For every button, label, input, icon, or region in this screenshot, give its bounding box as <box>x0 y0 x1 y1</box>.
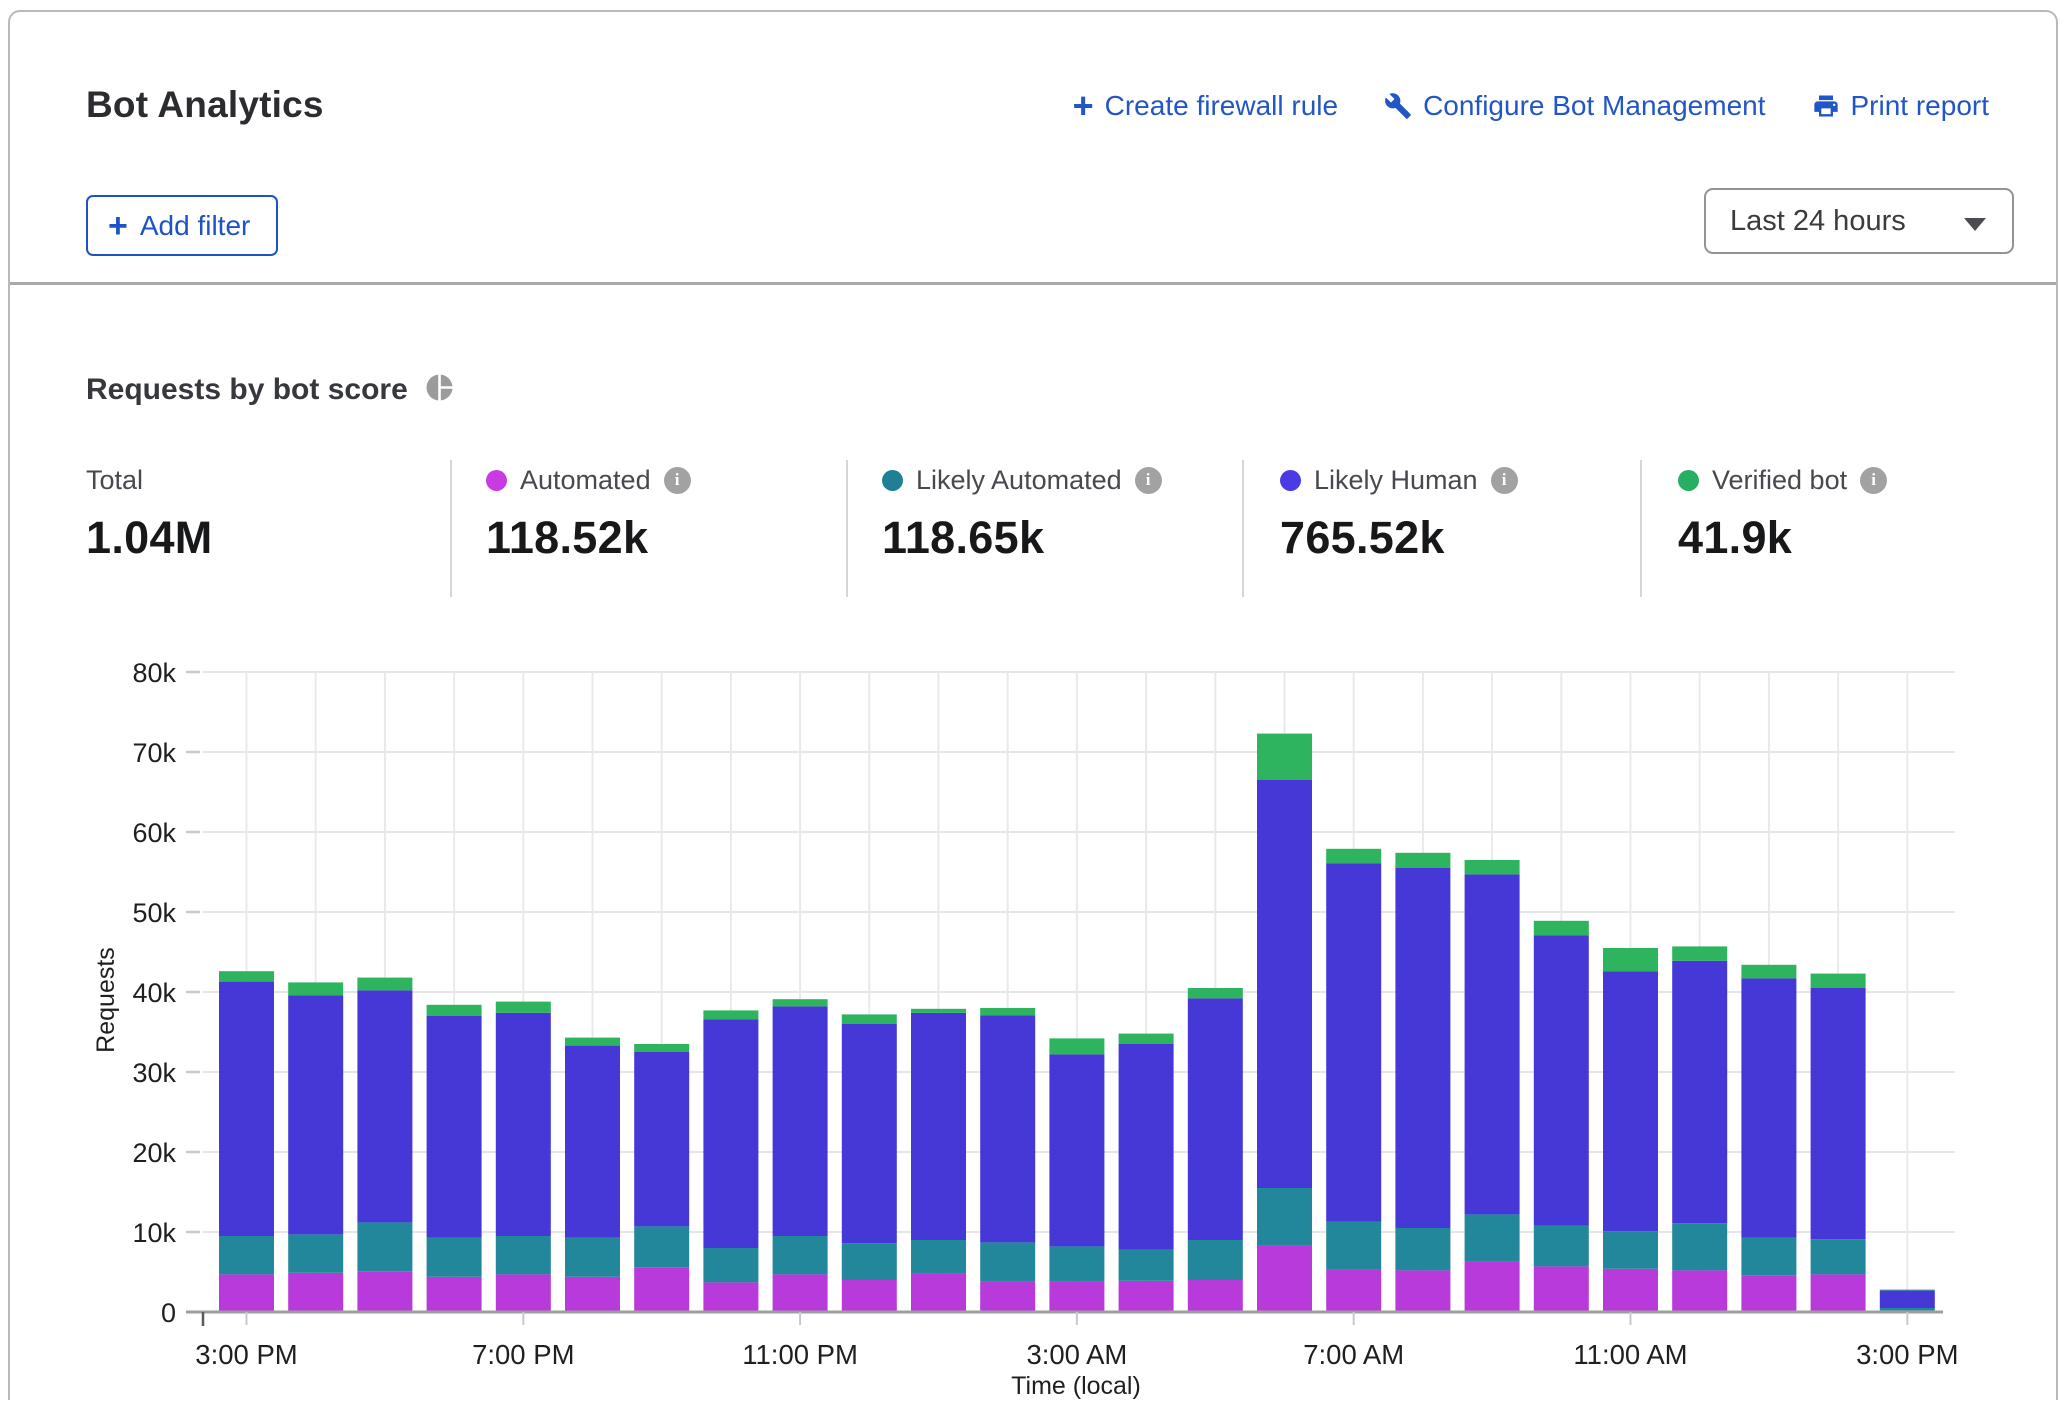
header-divider <box>10 282 2056 285</box>
stat-total: Total 1.04M <box>86 464 213 564</box>
stat-divider <box>450 460 452 597</box>
configure-bot-management-label: Configure Bot Management <box>1423 90 1765 122</box>
stat-likely-human-label: Likely Human <box>1314 465 1478 496</box>
requests-by-bot-score-chart: 0 10k 20k 30k 40k 50k 60k 70k 80k 3:00 PM 7:00 PM 1… <box>10 610 2070 1406</box>
add-filter-button[interactable]: + Add filter <box>86 195 278 256</box>
plus-icon: + <box>108 213 128 239</box>
stat-likely-automated: Likely Automated i 118.65k <box>882 464 1162 564</box>
header-actions: + Create firewall rule Configure Bot Man… <box>1073 90 1989 122</box>
time-range-value: Last 24 hours <box>1730 205 1906 238</box>
svg-text:Requests: Requests <box>92 947 120 1053</box>
svg-text:3:00 PM: 3:00 PM <box>1856 1339 1958 1370</box>
svg-text:11:00 AM: 11:00 AM <box>1573 1339 1687 1370</box>
print-report-label: Print report <box>1851 90 1990 122</box>
add-filter-label: Add filter <box>140 210 251 242</box>
svg-text:60k: 60k <box>132 818 176 848</box>
section-heading: Requests by bot score <box>86 372 455 408</box>
stat-divider <box>846 460 848 597</box>
svg-text:70k: 70k <box>132 738 176 768</box>
info-icon[interactable]: i <box>1491 467 1518 494</box>
stat-likely-automated-value: 118.65k <box>882 512 1162 564</box>
svg-text:3:00 AM: 3:00 AM <box>1026 1339 1127 1370</box>
stat-verified-bot-value: 41.9k <box>1678 512 1887 564</box>
svg-text:0: 0 <box>161 1298 176 1328</box>
requests-chart-svg: 0 10k 20k 30k 40k 50k 60k 70k 80k 3:00 PM 7:00 PM 1… <box>10 610 2070 1406</box>
chevron-down-icon <box>1964 218 1986 231</box>
stat-likely-human: Likely Human i 765.52k <box>1280 464 1518 564</box>
stat-likely-automated-label: Likely Automated <box>916 465 1122 496</box>
svg-text:30k: 30k <box>132 1058 176 1088</box>
stat-verified-bot: Verified bot i 41.9k <box>1678 464 1887 564</box>
stat-total-value: 1.04M <box>86 512 213 564</box>
printer-icon <box>1812 92 1840 120</box>
stat-automated: Automated i 118.52k <box>486 464 691 564</box>
create-firewall-rule-link[interactable]: + Create firewall rule <box>1073 90 1338 122</box>
wrench-icon <box>1384 92 1412 120</box>
plus-icon: + <box>1073 93 1094 119</box>
pie-chart-icon <box>424 372 455 408</box>
likely-human-dot-icon <box>1280 470 1301 491</box>
verified-bot-dot-icon <box>1678 470 1699 491</box>
svg-text:50k: 50k <box>132 898 176 928</box>
svg-text:10k: 10k <box>132 1218 176 1248</box>
likely-automated-dot-icon <box>882 470 903 491</box>
svg-text:3:00 PM: 3:00 PM <box>195 1339 297 1370</box>
stat-likely-human-value: 765.52k <box>1280 512 1518 564</box>
stat-verified-bot-label: Verified bot <box>1712 465 1847 496</box>
configure-bot-management-link[interactable]: Configure Bot Management <box>1384 90 1765 122</box>
svg-text:11:00 PM: 11:00 PM <box>742 1339 858 1370</box>
info-icon[interactable]: i <box>1135 467 1162 494</box>
time-range-select[interactable]: Last 24 hours <box>1704 188 2014 254</box>
stat-automated-label: Automated <box>520 465 651 496</box>
svg-text:7:00 AM: 7:00 AM <box>1303 1339 1404 1370</box>
bot-analytics-card: Bot Analytics + Create firewall rule Con… <box>8 10 2058 1400</box>
stat-divider <box>1242 460 1244 597</box>
print-report-link[interactable]: Print report <box>1812 90 1990 122</box>
info-icon[interactable]: i <box>1860 467 1887 494</box>
page-title: Bot Analytics <box>86 84 324 126</box>
svg-text:80k: 80k <box>132 658 176 688</box>
stat-total-label: Total <box>86 465 143 496</box>
automated-dot-icon <box>486 470 507 491</box>
stat-divider <box>1640 460 1642 597</box>
section-title: Requests by bot score <box>86 373 408 407</box>
create-firewall-rule-label: Create firewall rule <box>1105 90 1338 122</box>
svg-text:20k: 20k <box>132 1138 176 1168</box>
info-icon[interactable]: i <box>664 467 691 494</box>
svg-text:Time (local): Time (local) <box>1011 1372 1141 1400</box>
svg-text:40k: 40k <box>132 978 176 1008</box>
stat-automated-value: 118.52k <box>486 512 691 564</box>
svg-text:7:00 PM: 7:00 PM <box>472 1339 574 1370</box>
